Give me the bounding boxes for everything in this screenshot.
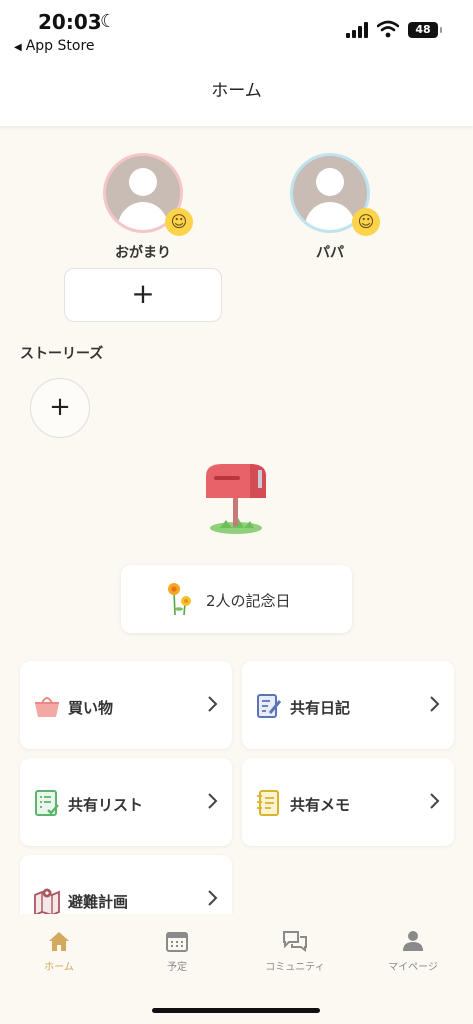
basket-icon	[35, 697, 59, 717]
tab-label: ホーム	[44, 962, 74, 973]
back-to-app-store[interactable]: ◀ App Store	[14, 38, 95, 54]
person-icon	[403, 931, 423, 951]
chevron-right-icon	[430, 793, 440, 809]
menu-shared-diary[interactable]: 共有日記	[242, 661, 454, 749]
menu-label: 避難計画	[68, 893, 129, 911]
flower-icon	[168, 583, 191, 616]
calendar-icon	[166, 932, 188, 952]
back-triangle-icon: ◀	[14, 42, 22, 53]
page-title: ホーム	[211, 81, 262, 101]
map-pin-icon	[34, 888, 60, 915]
tab-schedule[interactable]: 予定	[118, 930, 236, 973]
screen: 20:03 ☾ ◀ App Store 48 ホーム おがまり ☺ パパ ☺ +…	[0, 0, 473, 1024]
menu-shopping[interactable]: 買い物	[20, 661, 232, 749]
battery-icon: 48	[408, 22, 442, 38]
diary-icon	[257, 694, 282, 718]
smile-face-icon[interactable]: ☺	[165, 208, 193, 236]
mailbox-icon[interactable]	[198, 458, 274, 538]
menu-shared-list[interactable]: 共有リスト	[20, 758, 232, 846]
smile-face-icon[interactable]: ☺	[352, 208, 380, 236]
status-bar: 20:03 ☾ ◀ App Store 48	[0, 0, 473, 62]
menu-shared-memo[interactable]: 共有メモ	[242, 758, 454, 846]
chevron-right-icon	[208, 696, 218, 712]
menu-label: 買い物	[68, 699, 114, 717]
chevron-right-icon	[430, 696, 440, 712]
add-profile-button[interactable]: +	[64, 268, 222, 322]
nav-bar: ホーム	[0, 62, 473, 126]
menu-label: 共有リスト	[68, 796, 144, 814]
home-icon	[49, 932, 69, 951]
add-story-button[interactable]: +	[30, 378, 90, 438]
profile-name: パパ	[316, 245, 344, 261]
tab-label: マイページ	[388, 962, 438, 973]
signal-icon	[346, 22, 370, 38]
chat-icon	[283, 931, 307, 952]
chevron-right-icon	[208, 890, 218, 906]
stories-heading: ストーリーズ	[20, 346, 104, 362]
back-app-label: App Store	[25, 38, 95, 54]
profile-name: おがまり	[115, 245, 171, 261]
memo-icon	[257, 790, 279, 816]
status-time: 20:03	[38, 10, 102, 34]
checklist-icon	[35, 790, 59, 816]
anniversary-button[interactable]: 2人の記念日	[121, 565, 352, 633]
menu-label: 共有メモ	[290, 796, 351, 814]
home-indicator[interactable]	[152, 1008, 320, 1013]
wifi-icon	[377, 20, 399, 38]
tab-mypage[interactable]: マイページ	[354, 930, 472, 973]
tab-community[interactable]: コミュニティ	[236, 930, 354, 973]
tab-home[interactable]: ホーム	[0, 930, 118, 973]
menu-label: 共有日記	[290, 699, 351, 717]
tab-label: コミュニティ	[265, 962, 325, 973]
moon-icon: ☾	[100, 11, 117, 32]
tab-label: 予定	[167, 962, 187, 973]
anniversary-label: 2人の記念日	[206, 592, 291, 610]
chevron-right-icon	[208, 793, 218, 809]
